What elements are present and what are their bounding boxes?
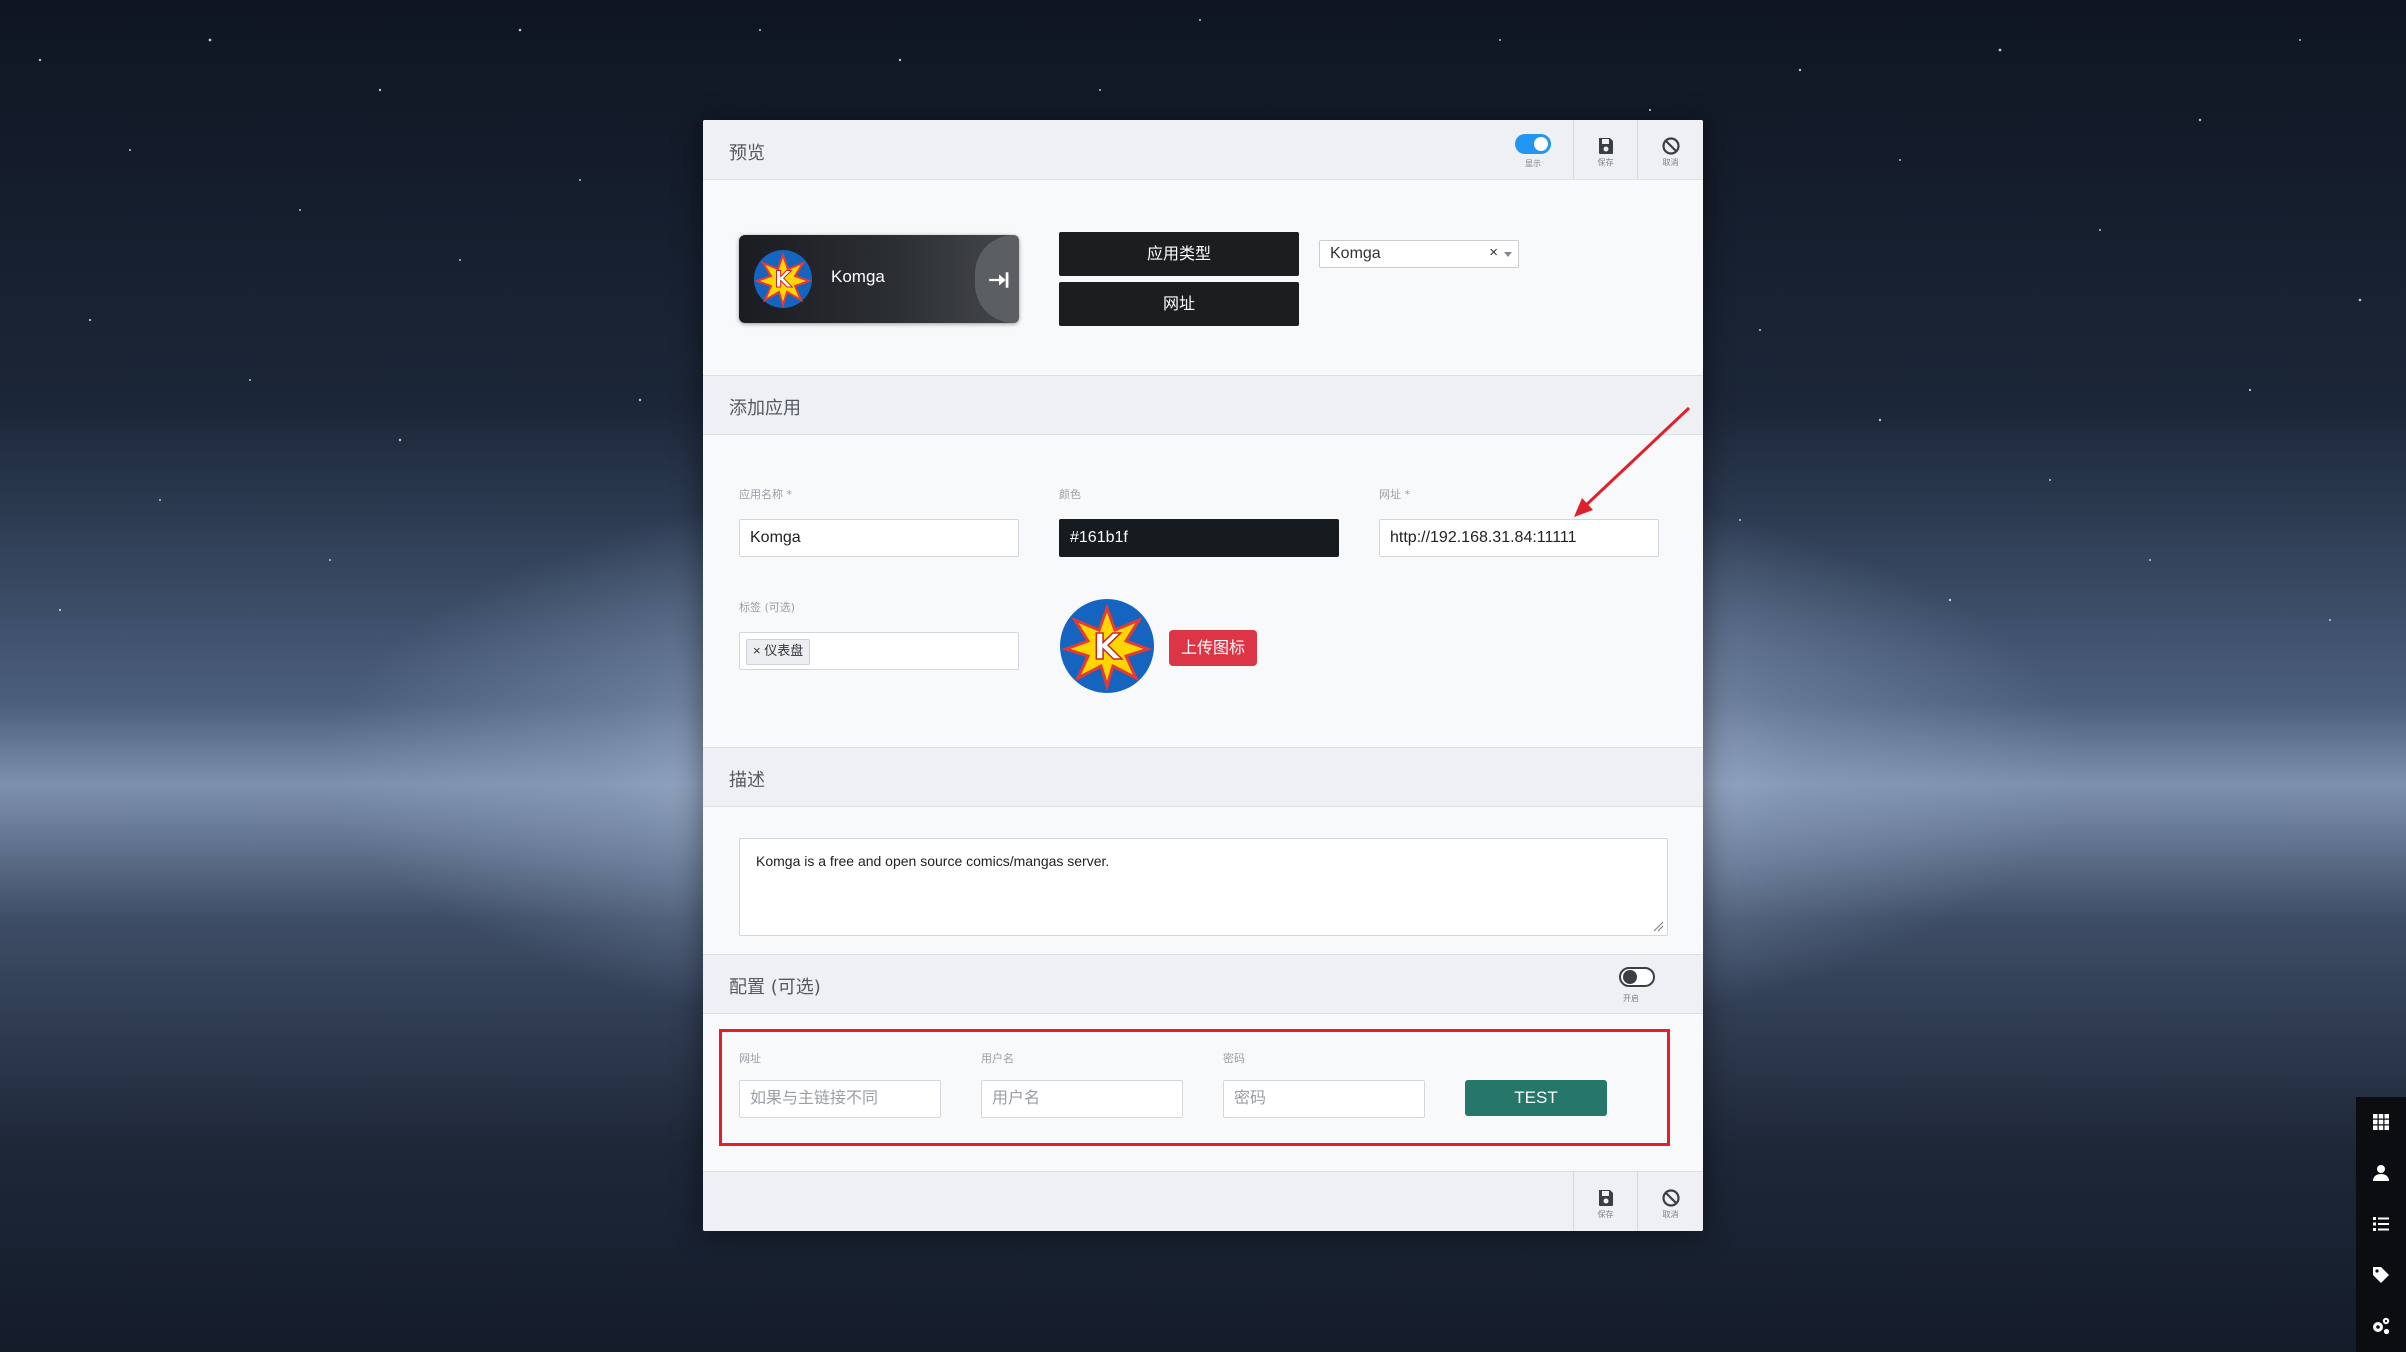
app-type-select[interactable]: Komga × [1319, 240, 1519, 268]
tile-app-name: Komga [831, 267, 885, 286]
tags-label: 标签 (可选) [739, 601, 796, 614]
url-button[interactable]: 网址 [1059, 282, 1299, 326]
footer-cancel-caption: 取消 [1662, 1210, 1679, 1219]
save-caption: 保存 [1597, 158, 1614, 167]
description-header: 描述 [703, 747, 1703, 807]
header-cancel-button[interactable]: 取消 [1637, 120, 1703, 180]
tag-icon [2373, 1267, 2389, 1283]
password-label: 密码 [1223, 1052, 1245, 1065]
config-toggle[interactable] [1619, 967, 1655, 987]
svg-text:K: K [774, 268, 792, 293]
config-title: 配置 (可选) [729, 977, 821, 998]
config-url-placeholder: 如果与主链接不同 [750, 1090, 879, 1107]
dock-list-button[interactable] [2356, 1199, 2406, 1250]
test-button[interactable]: TEST [1465, 1080, 1607, 1116]
sign-in-icon [989, 272, 1009, 288]
select-clear-icon[interactable]: × [1489, 244, 1498, 261]
username-field[interactable]: 用户名 [981, 1080, 1183, 1118]
preview-title: 预览 [729, 143, 765, 164]
config-toggle-caption: 开启 [1623, 994, 1639, 1003]
config-header: 配置 (可选) 开启 [703, 954, 1703, 1014]
add-app-title: 添加应用 [729, 398, 801, 419]
preview-header: 预览 显示 保存 取消 [703, 120, 1703, 180]
tags-field[interactable]: × 仪表盘 [739, 632, 1019, 670]
dock-settings-button[interactable] [2356, 1301, 2406, 1352]
app-type-button[interactable]: 应用类型 [1059, 232, 1299, 276]
svg-text:K: K [1093, 627, 1122, 668]
upload-icon-button[interactable]: 上传图标 [1169, 630, 1257, 666]
footer-save-caption: 保存 [1597, 1210, 1614, 1219]
app-name-field[interactable]: Komga [739, 519, 1019, 557]
cogs-icon [2373, 1317, 2390, 1335]
komga-logo-icon: K [754, 250, 812, 309]
tile-open-button[interactable] [975, 235, 1019, 323]
url-field[interactable]: http://192.168.31.84:11111 [1379, 519, 1659, 557]
app-icon-preview: K [1060, 599, 1154, 693]
username-label: 用户名 [981, 1052, 1014, 1065]
preview-toggle-caption: 显示 [1525, 159, 1541, 168]
password-field[interactable]: 密码 [1223, 1080, 1425, 1118]
grid-icon [2373, 1114, 2389, 1130]
list-icon [2373, 1217, 2389, 1231]
user-icon [2373, 1165, 2389, 1181]
app-preview-tile[interactable]: K Komga [739, 235, 1019, 323]
footer-cancel-button[interactable]: 取消 [1637, 1172, 1703, 1231]
description-title: 描述 [729, 770, 765, 791]
save-icon [1598, 1190, 1613, 1206]
footer-save-button[interactable]: 保存 [1573, 1172, 1637, 1231]
name-label: 应用名称 * [739, 488, 792, 501]
config-url-field[interactable]: 如果与主链接不同 [739, 1080, 941, 1118]
save-icon [1598, 138, 1613, 154]
cancel-caption: 取消 [1662, 158, 1679, 167]
dock-user-button[interactable] [2356, 1148, 2406, 1199]
username-placeholder: 用户名 [992, 1090, 1041, 1107]
header-save-button[interactable]: 保存 [1573, 120, 1637, 180]
password-placeholder: 密码 [1234, 1090, 1267, 1107]
app-type-select-value: Komga [1330, 245, 1381, 262]
url-label: 网址 * [1379, 488, 1410, 501]
color-label: 颜色 [1059, 488, 1081, 501]
chevron-down-icon[interactable] [1504, 252, 1512, 257]
modal-footer: 保存 取消 [703, 1171, 1703, 1231]
config-url-label: 网址 [739, 1052, 761, 1065]
color-field[interactable]: #161b1f [1059, 519, 1339, 557]
right-dock [2356, 1097, 2406, 1352]
tag-chip[interactable]: × 仪表盘 [746, 639, 811, 665]
add-app-modal: 预览 显示 保存 取消 K Komga 应用类型 网址 Komga × 添加应用… [703, 120, 1703, 1231]
resize-grip-icon[interactable] [1652, 920, 1664, 932]
description-text: Komga is a free and open source comics/m… [756, 853, 1110, 869]
dock-tags-button[interactable] [2356, 1250, 2406, 1301]
ban-icon [1661, 137, 1680, 155]
description-textarea[interactable]: Komga is a free and open source comics/m… [739, 838, 1668, 936]
preview-toggle[interactable] [1515, 134, 1551, 154]
ban-icon [1661, 1189, 1680, 1207]
dock-apps-button[interactable] [2356, 1097, 2406, 1148]
add-app-header: 添加应用 [703, 375, 1703, 435]
